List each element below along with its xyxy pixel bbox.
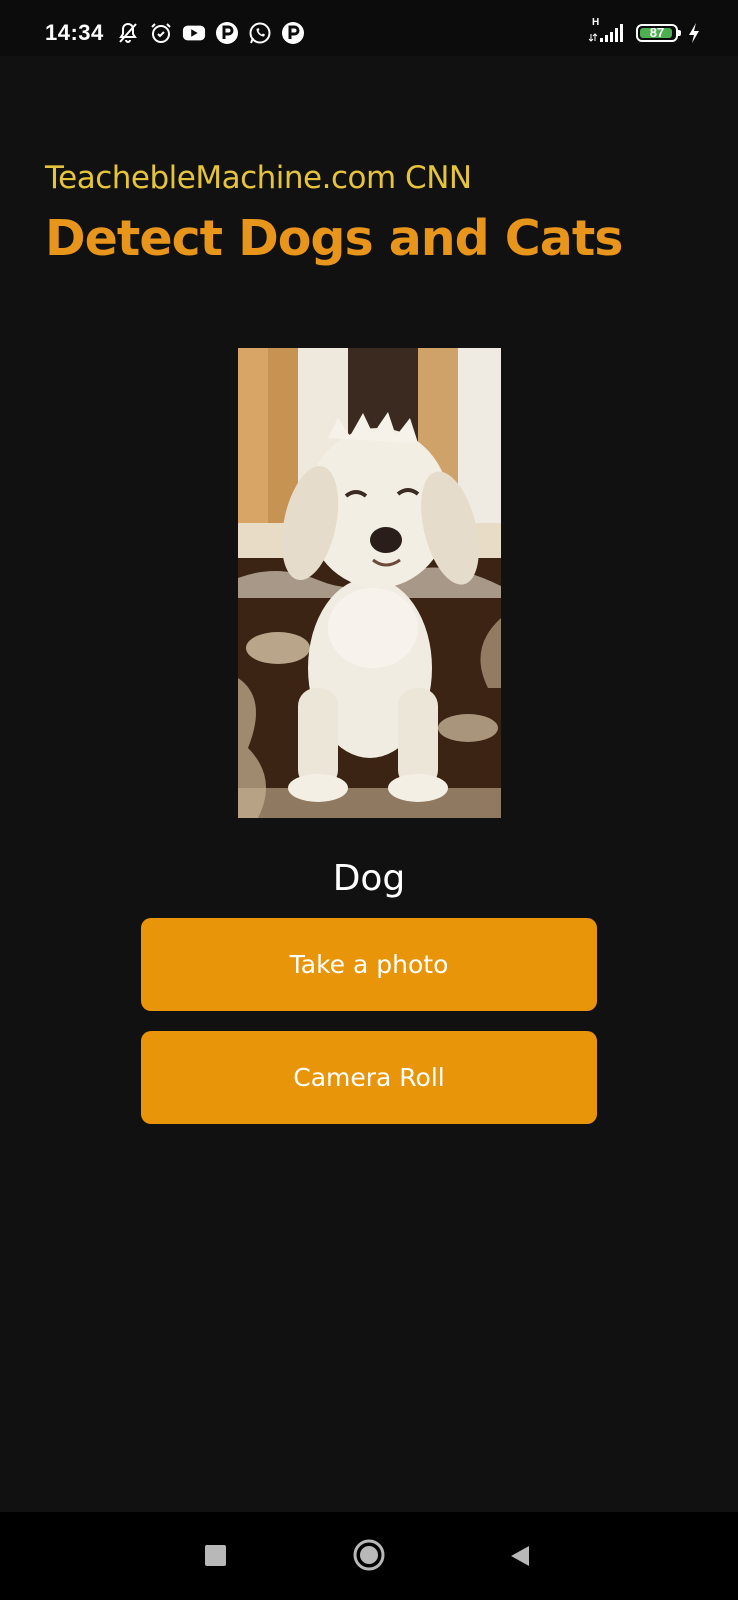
back-triangle-icon[interactable]: [508, 1544, 532, 1568]
p-app-icon: [281, 21, 305, 45]
youtube-icon: [182, 21, 206, 45]
dog-photo: [238, 348, 501, 818]
page-title: Detect Dogs and Cats: [45, 210, 623, 267]
network-type: H: [592, 17, 600, 28]
camera-roll-button[interactable]: Camera Roll: [141, 1031, 597, 1124]
signal-icon: H: [588, 17, 628, 45]
battery-cap: [678, 30, 681, 36]
dog-illustration: [238, 348, 501, 818]
system-icons: H 87: [588, 17, 702, 46]
whatsapp-icon: [248, 21, 272, 45]
p-app-icon: [215, 21, 239, 45]
app-subtitle: TeachebleMachine.com CNN: [45, 160, 472, 196]
battery-icon: 87: [636, 24, 681, 42]
take-photo-button[interactable]: Take a photo: [141, 918, 597, 1011]
charging-icon: [686, 21, 702, 45]
battery-level: 87: [649, 25, 665, 40]
status-bar: 14:34 H 87: [0, 0, 738, 56]
status-time: 14:34: [45, 20, 104, 45]
prediction-label: Dog: [332, 858, 406, 899]
muted-bell-icon: [116, 21, 140, 45]
home-circle-icon[interactable]: [352, 1538, 386, 1572]
recents-square-icon[interactable]: [205, 1545, 226, 1566]
app-screen: 14:34 H 87 TeachebleMachine.com CNN Dete…: [0, 0, 738, 1600]
navigation-bar: [0, 1512, 738, 1600]
alarm-icon: [149, 21, 173, 45]
notification-icons: [116, 20, 305, 46]
